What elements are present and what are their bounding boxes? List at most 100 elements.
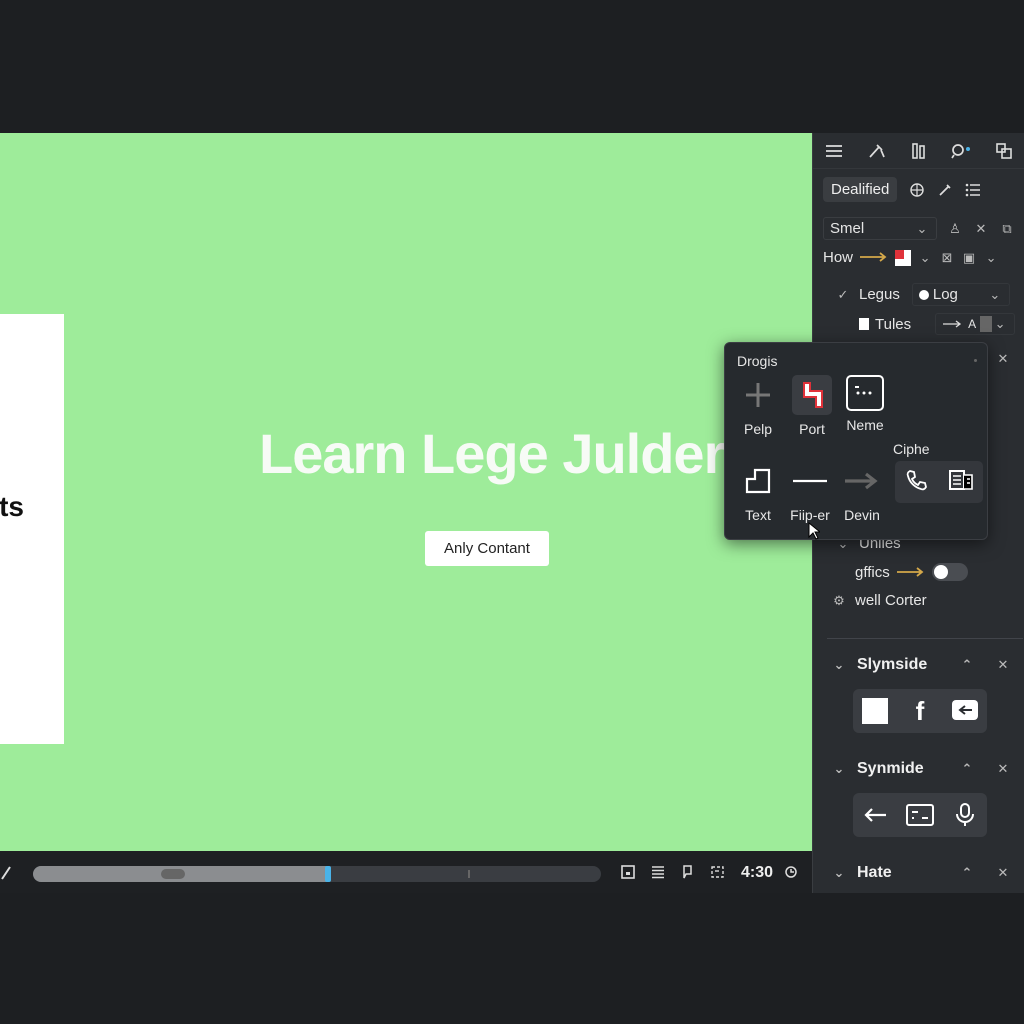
message-icon[interactable] (950, 696, 980, 726)
bookmark-icon[interactable]: ▣ (961, 250, 977, 266)
headline-text[interactable]: Learn Lege Julder (259, 421, 725, 486)
chevron-down-icon: ⌄ (989, 286, 1001, 302)
plus-icon (738, 375, 778, 415)
search-icon[interactable] (949, 139, 973, 163)
ciphe-group (895, 461, 983, 503)
font-select[interactable]: Smel ⌄ (823, 217, 937, 240)
port-icon (792, 375, 832, 415)
tool-port[interactable]: Port (784, 375, 840, 437)
well-corter-label: well Corter (855, 592, 927, 609)
content-button[interactable]: Anly Contant (425, 531, 549, 566)
list-icon[interactable] (648, 862, 668, 882)
check-icon[interactable]: ✓ (835, 287, 851, 303)
chevron-down-icon: ⌄ (916, 220, 928, 236)
section-hate[interactable]: ⌄ Hate ⌃ ✕ (813, 858, 1024, 888)
panel-toolbar (813, 133, 1024, 169)
gffics-label: gffics (855, 563, 890, 581)
font-select-value: Smel (830, 220, 865, 237)
facebook-icon[interactable]: f (905, 696, 935, 726)
slide-card-text: ts (0, 491, 24, 522)
square-icon[interactable] (860, 696, 890, 726)
gear-icon[interactable]: ⚙ (831, 593, 847, 609)
section-title: Hate (857, 864, 892, 881)
section-title: Synmide (857, 760, 924, 777)
chevron-down-icon: ⌄ (994, 316, 1006, 331)
layers-icon[interactable] (992, 139, 1016, 163)
clip-icon[interactable] (678, 862, 698, 882)
style-chip[interactable]: Dealified (823, 177, 898, 202)
chevron-down-icon[interactable]: ⌄ (831, 865, 847, 881)
timeline-track[interactable] (33, 866, 601, 882)
loop-icon[interactable] (783, 864, 799, 885)
crop-icon[interactable] (708, 862, 728, 882)
legus-label: Legus (859, 286, 900, 303)
tules-select[interactable]: A ⌄ (935, 313, 1016, 335)
timeline-tools (618, 862, 728, 882)
chevron-up-icon[interactable]: ⌃ (959, 657, 975, 673)
pen-icon[interactable] (0, 863, 14, 881)
timeline-tick (468, 870, 470, 878)
arrow-right-icon (842, 461, 882, 501)
close-icon[interactable]: ✕ (995, 657, 1011, 673)
columns-icon[interactable] (907, 139, 931, 163)
phone-icon[interactable] (905, 468, 929, 497)
tool-neme[interactable]: Neme (837, 375, 893, 433)
tules-label: Tules (875, 315, 912, 333)
bullet-list-icon[interactable] (965, 182, 981, 198)
section-title: Slymside (857, 656, 928, 673)
close-icon[interactable]: ✕ (995, 865, 1011, 881)
chevron-down-icon[interactable]: ⌄ (831, 657, 847, 673)
how-label: How (823, 249, 854, 266)
color-swatch[interactable] (895, 249, 912, 266)
arrow-left-icon[interactable] (860, 800, 890, 830)
chevron-down-icon[interactable]: ⌄ (917, 250, 933, 266)
image-icon[interactable]: ⊠ (939, 250, 955, 266)
popup-title: Drogis (737, 353, 778, 369)
ciphe-label: Ciphe (893, 441, 930, 457)
section-slymside[interactable]: ⌄ Slymside ⌃ ✕ (813, 650, 1024, 680)
chevron-down-icon[interactable]: ⌄ (983, 250, 999, 266)
timecode: 4:30 (741, 864, 774, 881)
shapes-popup: Drogis Pelp Port Neme Ciphe Text Fiip-er… (724, 342, 988, 540)
document-icon[interactable] (948, 468, 974, 497)
arrow-right-icon (896, 564, 926, 581)
log-select-value: Log (932, 286, 958, 303)
globe-icon[interactable] (909, 182, 925, 198)
copy-icon[interactable]: ⧉ (999, 221, 1015, 237)
tules-value: A (968, 317, 977, 331)
log-select[interactable]: Log ⌄ (911, 283, 1010, 306)
chevron-up-icon[interactable]: ⌃ (959, 865, 975, 881)
slide-card[interactable]: ts (0, 314, 64, 744)
tool-pelp[interactable]: Pelp (730, 375, 786, 437)
mouse-cursor-icon (808, 521, 822, 545)
playhead[interactable] (325, 866, 332, 882)
timeline-marker[interactable] (161, 869, 185, 879)
tools-icon[interactable] (865, 139, 889, 163)
eyedropper-icon[interactable] (937, 182, 953, 198)
social-icon-group: f (853, 689, 987, 733)
arrow-right-icon (859, 249, 889, 266)
text-shape-icon (738, 461, 778, 501)
chevron-up-icon[interactable]: ⌃ (959, 761, 975, 777)
slide-canvas[interactable]: ts Learn Lege Julder Anly Contant (0, 133, 812, 851)
file-icon (859, 318, 869, 330)
tool-devin[interactable]: Devin (834, 461, 890, 523)
frame-icon[interactable] (618, 862, 638, 882)
close-icon[interactable]: ✕ (995, 761, 1011, 777)
dot-icon (918, 289, 929, 300)
gffics-toggle[interactable] (931, 563, 968, 581)
tool-fiiper[interactable]: Fiip-er (782, 461, 838, 523)
close-icon[interactable]: ✕ (973, 221, 989, 237)
divider (827, 638, 1023, 639)
tool-text[interactable]: Text (730, 461, 786, 523)
stamp-icon[interactable]: ♙ (947, 221, 963, 237)
more-icon[interactable] (974, 359, 977, 362)
action-icon-group (853, 793, 987, 837)
frame-icon (846, 375, 884, 411)
chevron-down-icon[interactable]: ⌄ (831, 761, 847, 777)
menu-icon[interactable] (822, 139, 846, 163)
section-synmide[interactable]: ⌄ Synmide ⌃ ✕ (813, 754, 1024, 784)
screen-icon[interactable] (905, 800, 935, 830)
close-icon[interactable]: ✕ (995, 351, 1011, 367)
microphone-icon[interactable] (950, 800, 980, 830)
